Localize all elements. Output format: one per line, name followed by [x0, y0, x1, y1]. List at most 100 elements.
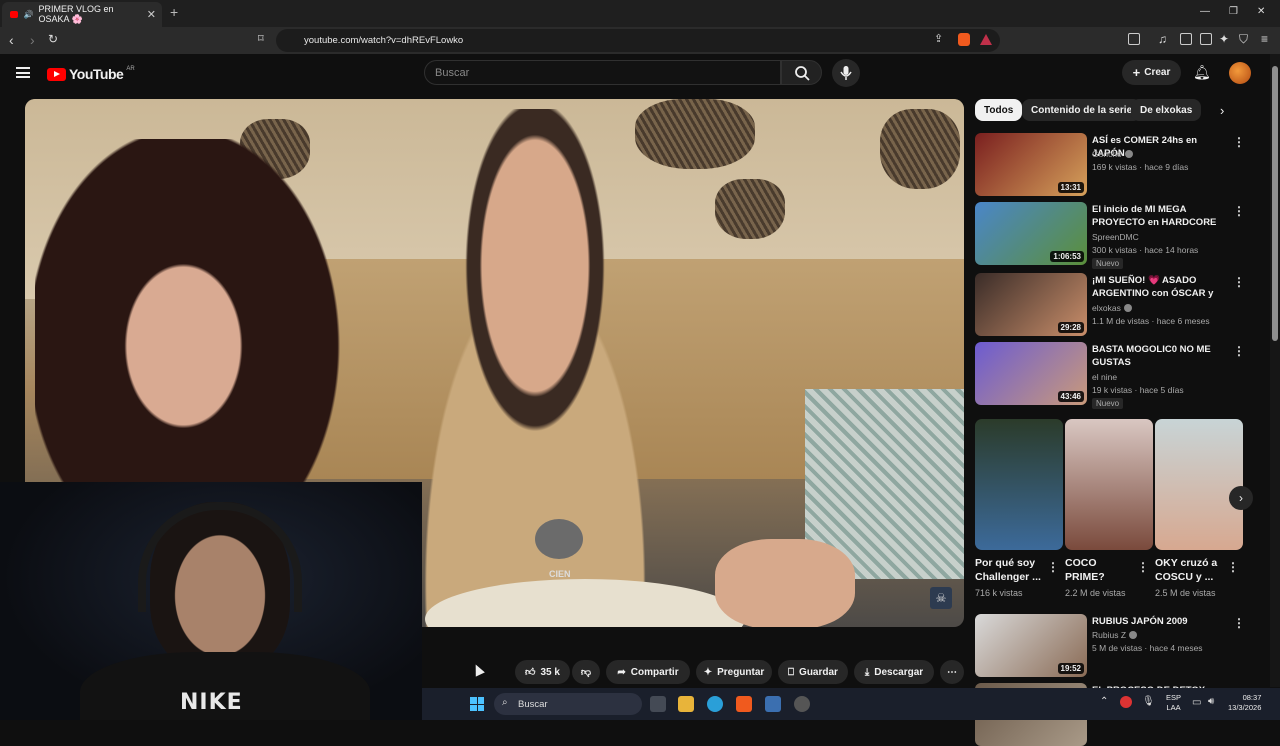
create-button[interactable]: + Crear: [1122, 60, 1181, 85]
ask-button[interactable]: ✦ Preguntar: [696, 660, 772, 684]
chip-series[interactable]: Contenido de la serie: [1022, 99, 1142, 121]
system-clock[interactable]: 08:37 13/3/2026: [1228, 693, 1261, 713]
hamburger-menu-icon[interactable]: [16, 67, 30, 78]
browser-tab[interactable]: 🔊 PRIMER VLOG en OSAKA 🌸 ✕: [2, 2, 162, 27]
more-vertical-icon[interactable]: ⋮: [1233, 275, 1245, 289]
new-tab-button[interactable]: +: [170, 4, 178, 20]
youtube-play-icon: [47, 67, 66, 81]
create-label: Crear: [1144, 67, 1171, 78]
short-thumbnail[interactable]: [1065, 419, 1153, 550]
microphone-tray-icon[interactable]: 🎙︎: [1142, 696, 1155, 707]
more-actions-button[interactable]: ⋯: [940, 660, 964, 684]
more-vertical-icon[interactable]: ⋮: [1233, 135, 1245, 149]
edge-icon[interactable]: [707, 696, 723, 712]
save-button[interactable]: ⎕ Guardar: [778, 660, 848, 684]
taskbar-search-placeholder: Buscar: [518, 698, 548, 710]
brave-browser-icon[interactable]: [736, 696, 752, 712]
minimize-button[interactable]: —: [1200, 6, 1210, 17]
search-button[interactable]: [781, 60, 822, 85]
sidebar-icon[interactable]: [1180, 33, 1192, 45]
video-title[interactable]: BASTA MOGOLIC0 NO ME GUSTAS: [1092, 343, 1220, 369]
obs-icon[interactable]: [794, 696, 810, 712]
share-button[interactable]: ➦ Compartir: [606, 660, 690, 684]
channel-watermark-icon[interactable]: ☠: [930, 587, 952, 609]
scrollbar-thumb[interactable]: [1272, 66, 1278, 341]
channel-name-row[interactable]: el nine: [1092, 372, 1117, 382]
shorts-next-button[interactable]: ›: [1229, 486, 1253, 510]
voice-search-button[interactable]: [832, 59, 860, 87]
address-bar[interactable]: youtube.com/watch?v=dhREvFLowko: [276, 29, 1000, 52]
network-icon[interactable]: ▭: [1192, 697, 1201, 708]
close-window-button[interactable]: ✕: [1257, 6, 1265, 17]
duration-badge: 29:28: [1057, 322, 1084, 333]
short-title[interactable]: Por qué soy Challenger ...: [975, 556, 1047, 584]
chevron-up-icon[interactable]: ⌃: [1100, 696, 1108, 707]
url-text: youtube.com/watch?v=dhREvFLowko: [304, 35, 464, 46]
short-thumbnail[interactable]: [975, 419, 1063, 550]
search-placeholder: Buscar: [435, 66, 470, 79]
task-view-icon[interactable]: [650, 696, 666, 712]
like-button[interactable]: 👍︎ 35 k: [515, 660, 570, 684]
maximize-button[interactable]: ❐: [1229, 6, 1238, 17]
tray-app-icon[interactable]: [1120, 696, 1132, 708]
dislike-button[interactable]: 👎︎: [572, 660, 600, 684]
page-scrollbar[interactable]: [1270, 54, 1280, 687]
avatar[interactable]: [1229, 62, 1251, 84]
video-title[interactable]: RUBIUS JAPÓN 2009: [1092, 615, 1220, 628]
video-title[interactable]: ¡MI SUEÑO! 💗 ASADO ARGENTINO con ÓSCAR y…: [1092, 274, 1220, 301]
tab-close-icon[interactable]: ✕: [147, 8, 156, 21]
more-vertical-icon[interactable]: ⋮: [1233, 616, 1245, 630]
language-indicator[interactable]: ESP LAA: [1166, 693, 1181, 713]
media-icon[interactable]: ♫: [1158, 32, 1167, 46]
taskbar-search-input[interactable]: ⌕ Buscar: [494, 693, 642, 715]
video-thumbnail[interactable]: 1:06:53: [975, 202, 1087, 265]
chip-channel[interactable]: De elxokas: [1131, 99, 1202, 121]
brave-shield-icon[interactable]: [958, 33, 970, 46]
more-vertical-icon[interactable]: ⋮: [1233, 344, 1245, 358]
video-thumbnail[interactable]: 43:46: [975, 342, 1087, 405]
mouse-cursor-icon: [471, 662, 485, 677]
recommendation-item[interactable]: 19:52 RUBIUS JAPÓN 2009 Rubius Z 5 M de …: [975, 614, 1250, 680]
recommendation-item[interactable]: 13:31 ASÍ es COMER 24hs en JAPÓN Goncho …: [975, 133, 1250, 199]
short-thumbnail[interactable]: [1155, 419, 1243, 550]
channel-name-row[interactable]: Rubius Z: [1092, 630, 1138, 640]
brave-rewards-icon[interactable]: [980, 34, 992, 45]
notifications-bell-icon[interactable]: 🔔︎: [1193, 64, 1211, 81]
chevron-right-icon[interactable]: ›: [1220, 103, 1224, 118]
channel-name-row[interactable]: Goncho: [1092, 149, 1133, 159]
video-thumbnail[interactable]: 19:52: [975, 614, 1087, 677]
channel-name-row[interactable]: elxokas: [1092, 303, 1132, 313]
chip-all[interactable]: Todos: [975, 99, 1023, 121]
more-vertical-icon[interactable]: ⋮: [1227, 560, 1239, 574]
leo-ai-icon[interactable]: ✦: [1219, 32, 1229, 46]
back-icon[interactable]: ‹: [9, 32, 14, 48]
more-vertical-icon[interactable]: ⋮: [1137, 560, 1149, 574]
reload-icon[interactable]: ↻: [48, 32, 58, 46]
wallet-icon[interactable]: [1200, 33, 1212, 45]
short-title[interactable]: COCO PRIME?: [1065, 556, 1137, 584]
more-vertical-icon[interactable]: ⋮: [1047, 560, 1059, 574]
tab-search-icon[interactable]: [1128, 33, 1140, 45]
video-thumbnail[interactable]: 13:31: [975, 133, 1087, 196]
menu-icon[interactable]: ≡: [1261, 32, 1268, 46]
forward-icon[interactable]: ›: [30, 32, 35, 48]
channel-name-row[interactable]: SpreenDMC: [1092, 232, 1139, 242]
youtube-logo[interactable]: YouTube AR: [47, 66, 135, 82]
video-thumbnail[interactable]: 29:28: [975, 273, 1087, 336]
photos-icon[interactable]: [765, 696, 781, 712]
windows-start-icon[interactable]: [470, 697, 484, 711]
download-button[interactable]: ⤓ Descargar: [854, 660, 934, 684]
video-title[interactable]: El inicio de MI MEGA PROYECTO en HARDCOR…: [1092, 203, 1220, 229]
more-vertical-icon[interactable]: ⋮: [1233, 204, 1245, 218]
vpn-shield-icon[interactable]: ⛉: [1239, 32, 1248, 47]
recommendation-item[interactable]: 43:46 BASTA MOGOLIC0 NO ME GUSTAS el nin…: [975, 342, 1250, 409]
file-explorer-icon[interactable]: [678, 696, 694, 712]
short-title[interactable]: OKY cruzó a COSCU y ...: [1155, 556, 1227, 584]
share-page-icon[interactable]: ⇪: [934, 32, 943, 45]
search-input[interactable]: Buscar: [424, 60, 781, 85]
audio-icon[interactable]: 🔊: [23, 10, 33, 19]
recommendation-item[interactable]: 1:06:53 El inicio de MI MEGA PROYECTO en…: [975, 202, 1250, 269]
bookmark-icon[interactable]: ⌑: [258, 32, 264, 45]
recommendation-item[interactable]: 29:28 ¡MI SUEÑO! 💗 ASADO ARGENTINO con Ó…: [975, 273, 1250, 339]
volume-icon[interactable]: 🔊︎: [1208, 696, 1214, 707]
